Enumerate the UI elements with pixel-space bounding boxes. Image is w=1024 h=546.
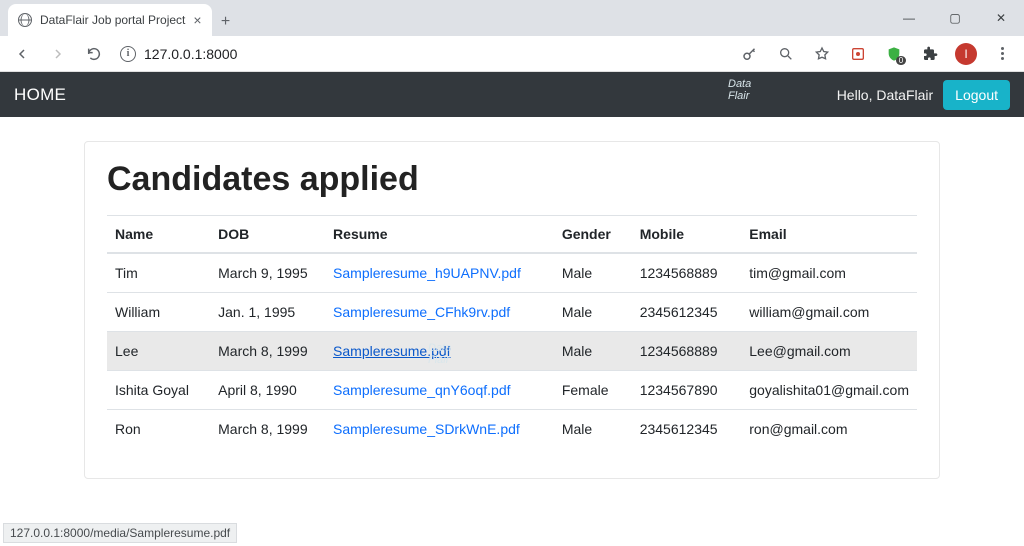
cell-resume: Sampleresume_h9UAPNV.pdf: [325, 253, 554, 293]
cell-gender: Female: [554, 371, 632, 410]
cell-resume: Sampleresume.pdf: [325, 332, 554, 371]
candidates-card: Candidates applied Name DOB Resume Gende…: [84, 141, 940, 479]
cell-dob: April 8, 1990: [210, 371, 325, 410]
globe-icon: [18, 13, 32, 27]
browser-tab[interactable]: DataFlair Job portal Project ×: [8, 4, 212, 36]
home-link[interactable]: HOME: [14, 85, 66, 105]
extension-shield-icon[interactable]: 0: [880, 40, 908, 68]
col-dob: DOB: [210, 216, 325, 254]
cell-email: Lee@gmail.com: [741, 332, 917, 371]
resume-link[interactable]: Sampleresume_CFhk9rv.pdf: [333, 304, 510, 320]
address-bar: i 127.0.0.1:8000 0 I: [0, 36, 1024, 72]
greeting-text: Hello, DataFlair: [837, 87, 933, 103]
cell-email: goyalishita01@gmail.com: [741, 371, 917, 410]
cell-dob: March 8, 1999: [210, 410, 325, 449]
table-row: Ishita GoyalApril 8, 1990 Sampleresume_qn…: [107, 371, 917, 410]
cell-gender: Male: [554, 293, 632, 332]
cell-email: tim@gmail.com: [741, 253, 917, 293]
cell-name: William: [107, 293, 210, 332]
col-email: Email: [741, 216, 917, 254]
resume-link[interactable]: Sampleresume_qnY6oqf.pdf: [333, 382, 510, 398]
reload-icon[interactable]: [80, 40, 108, 68]
cell-mobile: 2345612345: [632, 410, 742, 449]
cell-gender: Male: [554, 253, 632, 293]
col-name: Name: [107, 216, 210, 254]
cell-resume: Sampleresume_qnY6oqf.pdf: [325, 371, 554, 410]
window-close-icon[interactable]: ✕: [978, 0, 1024, 36]
forward-icon: [44, 40, 72, 68]
col-gender: Gender: [554, 216, 632, 254]
resume-link[interactable]: Sampleresume_h9UAPNV.pdf: [333, 265, 521, 281]
site-info-icon[interactable]: i: [120, 46, 136, 62]
cell-mobile: 2345612345: [632, 293, 742, 332]
cell-name: Ron: [107, 410, 210, 449]
content-area: Candidates applied Name DOB Resume Gende…: [0, 117, 1024, 479]
page-title: Candidates applied: [107, 160, 917, 199]
back-icon[interactable]: [8, 40, 36, 68]
new-tab-button[interactable]: +: [212, 8, 240, 36]
url-text: 127.0.0.1:8000: [144, 46, 237, 62]
status-bar: 127.0.0.1:8000/media/Sampleresume.pdf: [3, 523, 237, 543]
table-row: WilliamJan. 1, 1995 Sampleresume_CFhk9rv.…: [107, 293, 917, 332]
cell-dob: March 9, 1995: [210, 253, 325, 293]
cell-name: Lee: [107, 332, 210, 371]
url-field[interactable]: i 127.0.0.1:8000: [120, 46, 237, 62]
cell-gender: Male: [554, 332, 632, 371]
minimize-icon[interactable]: —: [886, 0, 932, 36]
table-row: TimMarch 9, 1995 Sampleresume_h9UAPNV.pdf…: [107, 253, 917, 293]
kebab-menu-icon[interactable]: [988, 40, 1016, 68]
extension-red-icon[interactable]: [844, 40, 872, 68]
cell-mobile: 1234568889: [632, 253, 742, 293]
tab-title: DataFlair Job portal Project: [40, 13, 185, 27]
cell-gender: Male: [554, 410, 632, 449]
col-resume: Resume: [325, 216, 554, 254]
cell-resume: Sampleresume_CFhk9rv.pdf: [325, 293, 554, 332]
cell-name: Ishita Goyal: [107, 371, 210, 410]
col-mobile: Mobile: [632, 216, 742, 254]
cell-mobile: 1234567890: [632, 371, 742, 410]
cell-email: ron@gmail.com: [741, 410, 917, 449]
table-row: RonMarch 8, 1999 Sampleresume_SDrkWnE.pdf…: [107, 410, 917, 449]
logout-button[interactable]: Logout: [943, 80, 1010, 110]
key-icon[interactable]: [736, 40, 764, 68]
resume-link[interactable]: Sampleresume_SDrkWnE.pdf: [333, 421, 520, 437]
window-controls: — ▢ ✕: [886, 0, 1024, 36]
zoom-icon[interactable]: [772, 40, 800, 68]
profile-avatar[interactable]: I: [952, 40, 980, 68]
cell-name: Tim: [107, 253, 210, 293]
browser-tab-bar: DataFlair Job portal Project × + — ▢ ✕: [0, 0, 1024, 36]
app-navbar: HOME Hello, DataFlair Logout: [0, 72, 1024, 117]
candidates-table: Name DOB Resume Gender Mobile Email TimM…: [107, 215, 917, 448]
cell-mobile: 1234568889: [632, 332, 742, 371]
cell-dob: March 8, 1999: [210, 332, 325, 371]
star-icon[interactable]: [808, 40, 836, 68]
resume-link[interactable]: Sampleresume.pdf: [333, 343, 451, 359]
close-icon[interactable]: ×: [193, 13, 201, 27]
table-row: LeeMarch 8, 1999 Sampleresume.pdf Male1234…: [107, 332, 917, 371]
maximize-icon[interactable]: ▢: [932, 0, 978, 36]
cell-resume: Sampleresume_SDrkWnE.pdf: [325, 410, 554, 449]
extensions-icon[interactable]: [916, 40, 944, 68]
cell-dob: Jan. 1, 1995: [210, 293, 325, 332]
cell-email: william@gmail.com: [741, 293, 917, 332]
